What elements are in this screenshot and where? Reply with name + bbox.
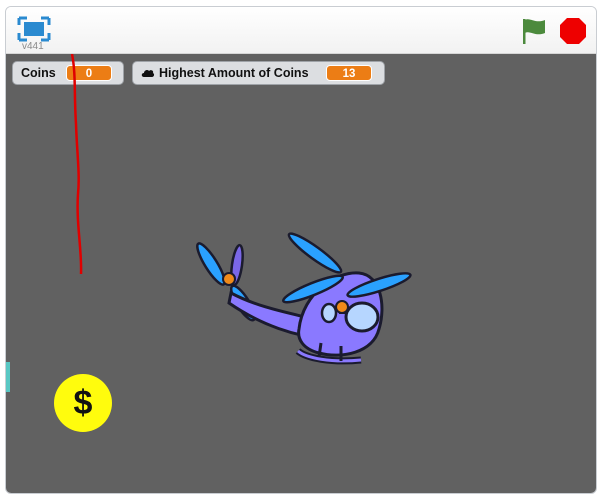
helicopter-sprite[interactable]	[191, 211, 421, 371]
highest-coins-monitor: Highest Amount of Coins 13	[132, 61, 385, 85]
stop-sign-icon[interactable]	[559, 17, 587, 45]
scratch-player: v441 Coins 0 Highest Amount of Coins 13 …	[5, 6, 597, 494]
coin-sprite[interactable]: $	[54, 374, 112, 432]
version-label: v441	[22, 41, 44, 52]
player-titlebar: v441	[6, 7, 596, 54]
fullscreen-icon[interactable]	[16, 15, 52, 43]
highest-coins-value: 13	[326, 65, 372, 81]
coin-symbol: $	[73, 383, 93, 422]
laser-line	[70, 54, 83, 275]
green-flag-icon[interactable]	[518, 16, 548, 46]
game-stage[interactable]: Coins 0 Highest Amount of Coins 13 $	[6, 54, 596, 493]
highest-coins-label: Highest Amount of Coins	[159, 66, 309, 80]
edge-sprite	[6, 362, 10, 392]
cloud-icon	[141, 69, 155, 77]
